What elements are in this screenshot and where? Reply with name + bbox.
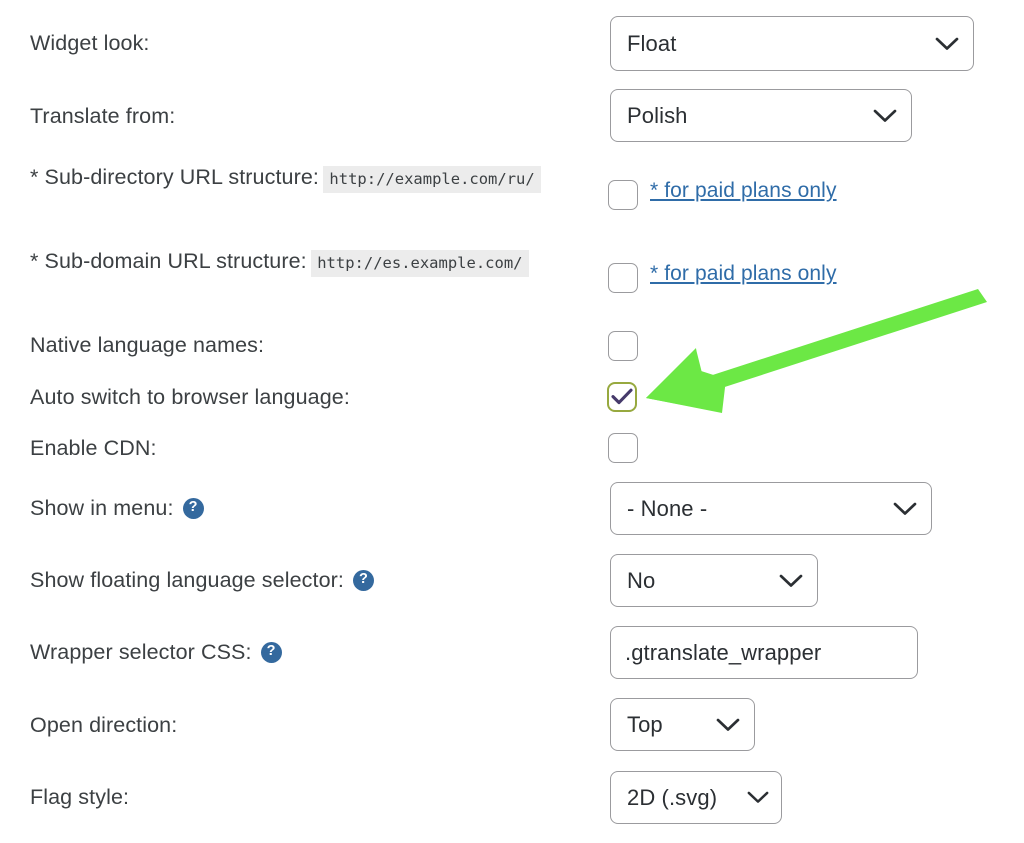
show-floating-language-selector-label: Show floating language selector: xyxy=(30,568,344,592)
sub-domain-url-example: http://es.example.com/ xyxy=(311,250,529,277)
sub-domain-url-checkbox[interactable] xyxy=(608,263,638,293)
chevron-down-icon xyxy=(779,574,803,587)
chevron-down-icon xyxy=(747,791,769,803)
show-in-menu-label-cell: Show in menu: ? xyxy=(30,495,204,521)
wrapper-selector-css-label-cell: Wrapper selector CSS: ? xyxy=(30,639,282,665)
show-in-menu-help-icon[interactable]: ? xyxy=(182,497,204,519)
chevron-down-icon xyxy=(716,718,740,731)
open-direction-select[interactable]: Top xyxy=(610,698,755,751)
flag-style-label: Flag style: xyxy=(30,785,130,809)
translate-from-label: Translate from: xyxy=(30,104,176,128)
wrapper-selector-css-help-icon[interactable]: ? xyxy=(260,641,282,663)
check-mark-icon xyxy=(611,388,633,405)
sub-directory-url-checkbox[interactable] xyxy=(608,180,638,210)
wrapper-selector-css-label: Wrapper selector CSS: xyxy=(30,640,252,664)
wrapper-selector-css-value: .gtranslate_wrapper xyxy=(625,639,822,665)
sub-directory-url-example: http://example.com/ru/ xyxy=(323,166,541,193)
show-floating-language-selector-help-icon[interactable]: ? xyxy=(352,569,374,591)
annotation-arrow-icon xyxy=(646,289,987,413)
widget-look-label-cell: Widget look: xyxy=(30,30,150,56)
enable-cdn-label-cell: Enable CDN: xyxy=(30,435,157,461)
open-direction-select-value: Top xyxy=(627,711,663,737)
open-direction-label-cell: Open direction: xyxy=(30,712,177,738)
gtranslate-settings-form: Widget look: Float Translate from: Polis… xyxy=(0,0,1024,843)
widget-look-select[interactable]: Float xyxy=(610,16,974,71)
widget-look-label: Widget look: xyxy=(30,31,150,55)
translate-from-label-cell: Translate from: xyxy=(30,103,175,129)
show-floating-language-selector-select[interactable]: No xyxy=(610,554,818,607)
native-language-names-label-cell: Native language names: xyxy=(30,332,264,358)
flag-style-select-value: 2D (.svg) xyxy=(627,784,718,810)
chevron-down-icon xyxy=(873,109,897,122)
native-language-names-label: Native language names: xyxy=(30,333,265,357)
sub-directory-url-label-cell: * Sub-directory URL structure: http://ex… xyxy=(30,163,541,193)
sub-directory-paid-plans-link[interactable]: * for paid plans only xyxy=(650,179,837,203)
wrapper-selector-css-input[interactable]: .gtranslate_wrapper xyxy=(610,626,918,679)
auto-switch-browser-language-label: Auto switch to browser language: xyxy=(30,385,350,409)
chevron-down-icon xyxy=(935,37,959,50)
flag-style-select[interactable]: 2D (.svg) xyxy=(610,771,782,824)
widget-look-select-value: Float xyxy=(627,30,677,56)
sub-domain-paid-plans-link[interactable]: * for paid plans only xyxy=(650,262,837,286)
auto-switch-browser-language-checkbox[interactable] xyxy=(607,382,637,412)
sub-domain-url-label: * Sub-domain URL structure: xyxy=(30,249,307,273)
show-in-menu-label: Show in menu: xyxy=(30,496,174,520)
chevron-down-icon xyxy=(893,502,917,515)
translate-from-select[interactable]: Polish xyxy=(610,89,912,142)
sub-domain-url-label-cell: * Sub-domain URL structure: http://es.ex… xyxy=(30,247,529,277)
show-floating-selector-label-cell: Show floating language selector: ? xyxy=(30,567,374,593)
open-direction-label: Open direction: xyxy=(30,713,178,737)
show-floating-language-selector-value: No xyxy=(627,567,656,593)
auto-switch-label-cell: Auto switch to browser language: xyxy=(30,384,350,410)
enable-cdn-label: Enable CDN: xyxy=(30,436,157,460)
sub-directory-url-label: * Sub-directory URL structure: xyxy=(30,165,319,189)
show-in-menu-select[interactable]: - None - xyxy=(610,482,932,535)
enable-cdn-checkbox[interactable] xyxy=(608,433,638,463)
flag-style-label-cell: Flag style: xyxy=(30,784,129,810)
native-language-names-checkbox[interactable] xyxy=(608,331,638,361)
show-in-menu-select-value: - None - xyxy=(627,495,708,521)
translate-from-select-value: Polish xyxy=(627,102,688,128)
